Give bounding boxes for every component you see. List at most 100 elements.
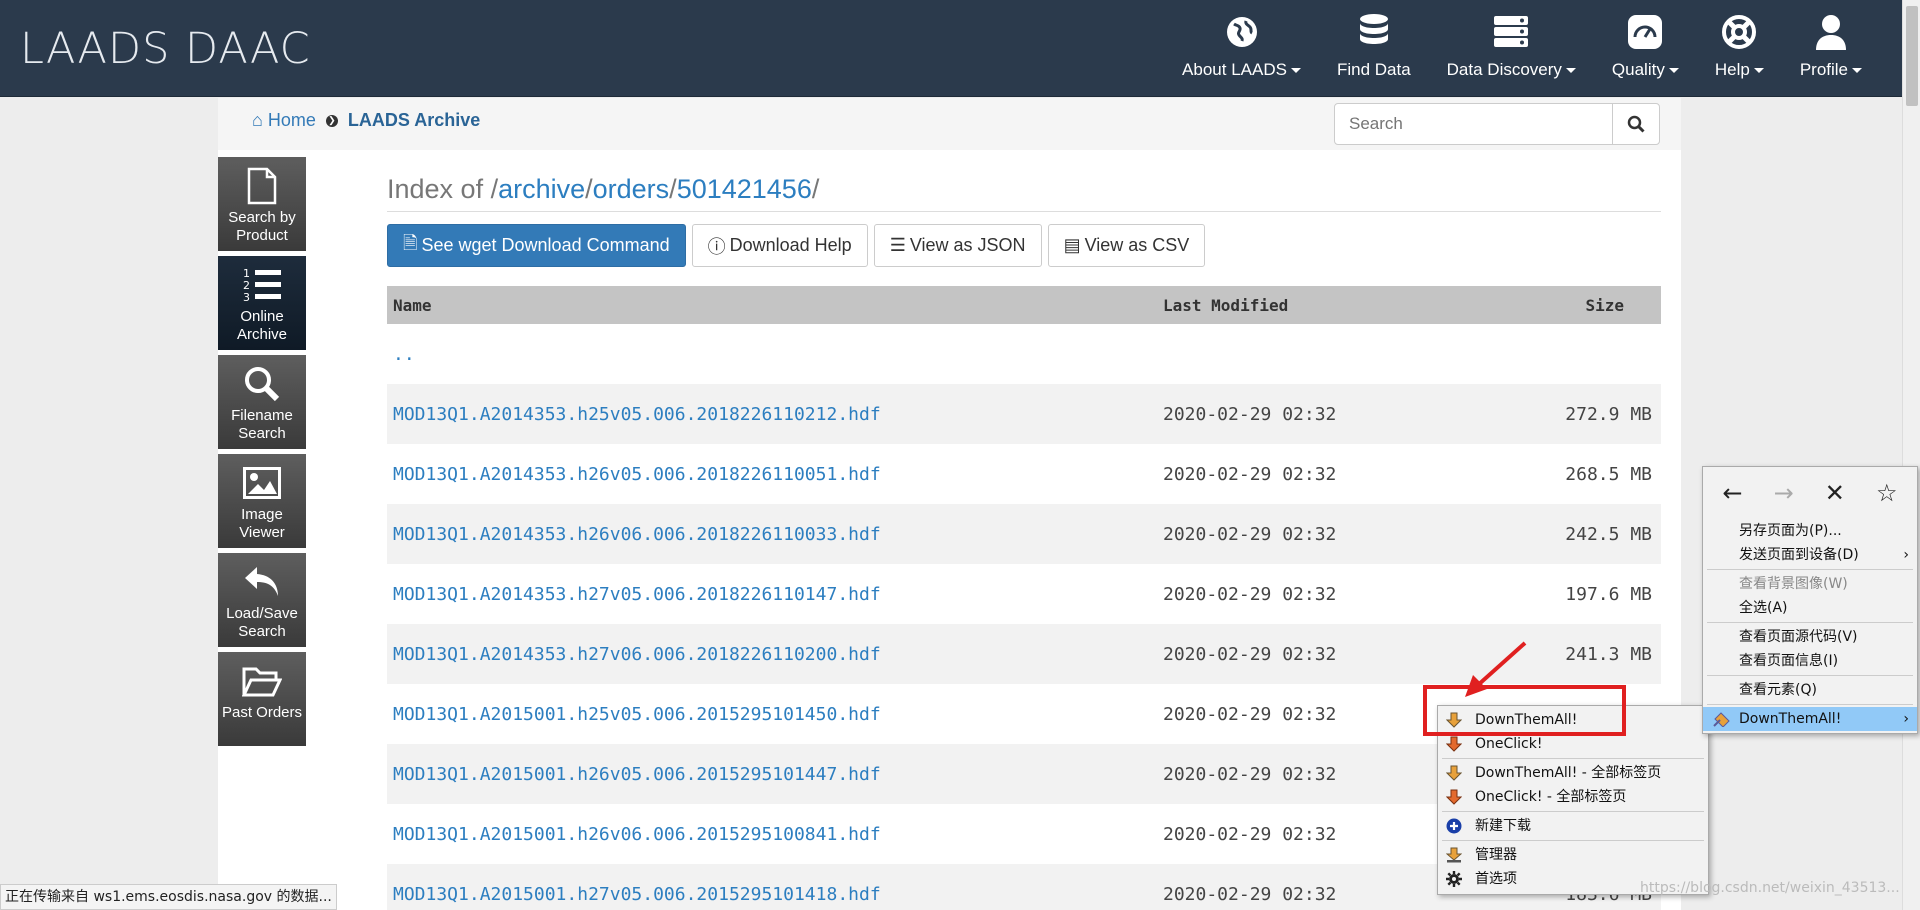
breadcrumb-home[interactable]: ⌂ Home — [252, 110, 316, 131]
view-json-button[interactable]: ☰ View as JSON — [873, 224, 1042, 267]
file-name-cell: MOD13Q1.A2014353.h27v05.006.201822611014… — [387, 564, 1157, 624]
file-link[interactable]: MOD13Q1.A2015001.h26v06.006.201529510084… — [393, 824, 881, 845]
file-link[interactable]: MOD13Q1.A2014353.h27v05.006.201822611014… — [393, 584, 881, 605]
sidebar-item-load-save-search[interactable]: Load/Save Search — [218, 553, 306, 647]
table-row: MOD13Q1.A2014353.h26v05.006.201822611005… — [387, 444, 1661, 504]
code-file-icon: 🗎 — [403, 232, 418, 253]
column-header-size[interactable]: Size — [1482, 286, 1661, 324]
menu-item-label: DownThemAll! — [1739, 711, 1842, 727]
submenu-item-label: 新建下载 — [1475, 818, 1531, 834]
parent-directory-link[interactable]: .. — [393, 344, 415, 365]
nav-help[interactable]: Help — [1697, 12, 1782, 80]
download-help-button[interactable]: ⓘ Download Help — [691, 224, 868, 267]
wget-command-button[interactable]: 🗎 See wget Download Command — [387, 224, 686, 267]
caret-down-icon — [1565, 68, 1576, 74]
view-csv-button[interactable]: ▤ View as CSV — [1047, 224, 1206, 267]
sidebar-item-image-viewer[interactable]: Image Viewer — [218, 454, 306, 548]
file-name-cell: MOD13Q1.A2014353.h26v05.006.201822611005… — [387, 444, 1157, 504]
sidebar-item-label: Online Archive — [236, 308, 288, 343]
file-link[interactable]: MOD13Q1.A2015001.h26v05.006.201529510144… — [393, 764, 881, 785]
nav-about[interactable]: About LAADS — [1164, 12, 1319, 80]
oneclick-arrow-icon — [1446, 736, 1462, 752]
close-icon[interactable]: ✕ — [1825, 479, 1845, 507]
menu-item-save-page-as[interactable]: 另存页面为(P)... — [1703, 519, 1917, 543]
menu-separator — [1707, 704, 1913, 705]
nav-quality[interactable]: Quality — [1594, 12, 1697, 80]
svg-text:3: 3 — [243, 291, 250, 303]
menu-item-select-all[interactable]: 全选(A) — [1703, 596, 1917, 620]
caret-down-icon — [1290, 68, 1301, 74]
file-link[interactable]: MOD13Q1.A2014353.h25v05.006.201822611021… — [393, 404, 881, 425]
menu-separator — [1442, 811, 1704, 812]
table-row: MOD13Q1.A2014353.h27v05.006.201822611014… — [387, 564, 1661, 624]
path-separator: / — [669, 174, 677, 204]
search-input[interactable] — [1334, 103, 1613, 145]
page-scrollbar[interactable] — [1902, 0, 1920, 910]
menu-item-downthemall[interactable]: DownThemAll! › — [1703, 707, 1917, 731]
image-icon — [218, 460, 306, 506]
path-link-archive[interactable]: archive — [498, 174, 585, 204]
menu-item-label: 全选(A) — [1739, 600, 1788, 616]
star-icon[interactable]: ☆ — [1876, 479, 1898, 507]
downthemall-icon — [1713, 712, 1730, 727]
file-link[interactable]: MOD13Q1.A2014353.h27v06.006.201822611020… — [393, 644, 881, 665]
last-modified-cell: 2020-02-29 02:32 — [1157, 384, 1483, 444]
search-button[interactable] — [1612, 103, 1660, 145]
nav-profile[interactable]: Profile — [1782, 12, 1880, 80]
menu-item-view-background-image[interactable]: 查看背景图像(W) — [1703, 572, 1917, 596]
wget-command-label: See wget Download Command — [421, 235, 670, 255]
user-icon — [1800, 12, 1862, 52]
submenu-item-label: OneClick! - 全部标签页 — [1475, 789, 1627, 805]
menu-separator — [1707, 569, 1913, 570]
nav-quality-label: Quality — [1611, 60, 1665, 79]
size-cell: 268.5 MB — [1565, 463, 1652, 485]
file-name-cell: MOD13Q1.A2014353.h27v06.006.201822611020… — [387, 624, 1157, 684]
submenu-item-manager[interactable]: 管理器 — [1438, 843, 1708, 867]
menu-item-inspect-element[interactable]: 查看元素(Q) — [1703, 678, 1917, 702]
breadcrumb-current[interactable]: LAADS Archive — [348, 110, 480, 131]
file-name-cell: MOD13Q1.A2015001.h26v06.006.201529510084… — [387, 804, 1157, 864]
nav-about-label: About LAADS — [1182, 60, 1287, 79]
back-arrow-icon[interactable]: ← — [1723, 479, 1743, 507]
caret-down-icon — [1753, 68, 1764, 74]
sidebar-item-search-by-product[interactable]: Search by Product — [218, 157, 306, 251]
menu-item-view-page-info[interactable]: 查看页面信息(I) — [1703, 649, 1917, 673]
site-brand[interactable]: LAADS DAAC — [20, 24, 311, 74]
last-modified-cell: 2020-02-29 02:32 — [1157, 504, 1483, 564]
sidebar-item-label: Image Viewer — [239, 506, 285, 541]
server-icon — [1447, 12, 1576, 52]
sidebar-item-filename-search[interactable]: Filename Search — [218, 355, 306, 449]
file-link[interactable]: MOD13Q1.A2015001.h27v05.006.201529510141… — [393, 884, 881, 905]
column-header-name[interactable]: Name — [387, 286, 1157, 324]
submenu-item-new-download[interactable]: 新建下载 — [1438, 814, 1708, 838]
forward-arrow-icon[interactable]: → — [1774, 479, 1794, 507]
table-row: MOD13Q1.A2014353.h26v06.006.201822611003… — [387, 504, 1661, 564]
column-header-last-modified[interactable]: Last Modified — [1157, 286, 1483, 324]
plus-circle-icon — [1446, 818, 1462, 834]
path-link-orders[interactable]: orders — [593, 174, 670, 204]
file-link[interactable]: MOD13Q1.A2015001.h25v05.006.201529510145… — [393, 704, 881, 725]
action-buttons: 🗎 See wget Download Command ⓘ Download H… — [387, 224, 1206, 267]
submenu-item-label: 管理器 — [1475, 847, 1517, 863]
globe-icon — [1182, 12, 1301, 52]
submenu-item-downthemall-all-tabs[interactable]: DownThemAll! - 全部标签页 — [1438, 761, 1708, 785]
nav-find-data[interactable]: Find Data — [1319, 12, 1429, 80]
submenu-item-oneclick-all-tabs[interactable]: OneClick! - 全部标签页 — [1438, 785, 1708, 809]
sidebar-item-label: Search by Product — [228, 209, 296, 244]
menu-item-view-source[interactable]: 查看页面源代码(V) — [1703, 625, 1917, 649]
file-link[interactable]: MOD13Q1.A2014353.h26v06.006.201822611003… — [393, 524, 881, 545]
scrollbar-thumb[interactable] — [1906, 6, 1918, 106]
sidebar-item-online-archive[interactable]: 123 Online Archive — [218, 256, 306, 350]
context-nav-bar: ← → ✕ ☆ — [1703, 467, 1917, 519]
menu-item-send-to-device[interactable]: 发送页面到设备(D) › — [1703, 543, 1917, 567]
download-help-label: Download Help — [729, 235, 852, 255]
path-link-order-id[interactable]: 501421456 — [677, 174, 812, 204]
menu-item-label: 另存页面为(P)... — [1739, 523, 1842, 539]
sidebar-item-past-orders[interactable]: Past Orders — [218, 652, 306, 746]
size-cell: 197.6 MB — [1565, 583, 1652, 605]
file-link[interactable]: MOD13Q1.A2014353.h26v05.006.201822611005… — [393, 464, 881, 485]
nav-data-discovery[interactable]: Data Discovery — [1429, 12, 1594, 80]
menu-separator — [1442, 840, 1704, 841]
folder-open-icon — [218, 658, 306, 704]
gauge-icon — [1612, 12, 1679, 52]
